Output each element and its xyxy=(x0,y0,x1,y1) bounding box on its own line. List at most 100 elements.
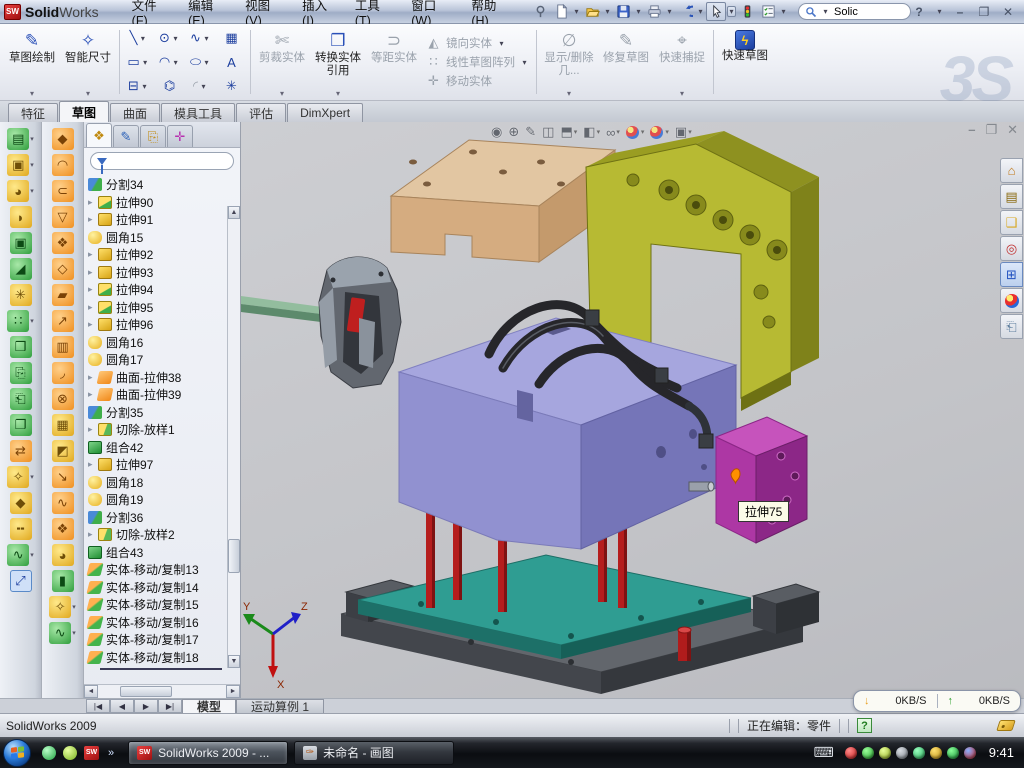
document-tab[interactable]: 模型 xyxy=(182,699,236,714)
manager-tab[interactable]: ❖ xyxy=(86,123,112,147)
feature-tool-caret[interactable]: ▾ xyxy=(30,473,34,481)
task-pane-tab[interactable]: ❑ xyxy=(1000,210,1023,235)
tree-item[interactable]: ▸ 圆角16 xyxy=(88,334,226,352)
tree-item[interactable]: ▸ 拉伸91 xyxy=(88,211,226,229)
feature-tool-caret[interactable]: ▾ xyxy=(30,187,34,195)
clamp-rail-right[interactable] xyxy=(753,584,819,634)
tree-item[interactable]: ▸ 拉伸92 xyxy=(88,246,226,264)
new-dropdown-caret[interactable]: ▾ xyxy=(572,7,581,16)
display-delete-relations-button[interactable]: ∅ 显示/删除几... ▾ xyxy=(540,26,598,98)
tab-nav-button[interactable]: |◀ xyxy=(86,699,110,713)
surfaces-toolbar-button[interactable]: ▦ ▾ xyxy=(52,414,74,436)
open-button[interactable] xyxy=(582,2,602,21)
features-toolbar-button[interactable]: ⎗ ▾ xyxy=(10,388,32,410)
view-tool-button[interactable]: ✎ ▾ xyxy=(525,124,536,140)
tree-item[interactable]: ▸ 拉伸94 xyxy=(88,281,226,299)
features-toolbar-button[interactable]: ⇄ ▾ xyxy=(10,440,32,462)
tab-nav-button[interactable]: ▶| xyxy=(158,699,182,713)
launcher-icon[interactable] xyxy=(63,746,77,760)
search-input[interactable] xyxy=(834,6,904,18)
sketch-entity-button[interactable]: ⌬ ▾ xyxy=(154,74,185,98)
surfaces-toolbar-button[interactable]: ❖ ▾ xyxy=(52,232,74,254)
sketch-entity-caret[interactable]: ▾ xyxy=(140,82,149,91)
tree-item[interactable]: ▸ 分割35 xyxy=(88,404,226,422)
view-tool-button[interactable]: ◧ ▾ xyxy=(583,124,600,140)
rebuild-traffic-light-button[interactable] xyxy=(737,2,757,21)
expand-arrow-icon[interactable]: ▸ xyxy=(88,284,98,295)
undo-dropdown-caret[interactable]: ▾ xyxy=(696,7,705,16)
horizontal-scroll-thumb[interactable] xyxy=(120,686,172,697)
select-button[interactable] xyxy=(706,2,726,21)
search-box[interactable]: ▾ xyxy=(798,3,911,20)
surfaces-toolbar-button[interactable]: ∿ ▾ xyxy=(52,492,74,514)
features-toolbar-button[interactable]: ◆ ▾ xyxy=(10,492,32,514)
view-tool-caret[interactable]: ▾ xyxy=(641,128,645,136)
tree-item[interactable]: ▸ 曲面-拉伸39 xyxy=(88,386,226,404)
tray-icon[interactable] xyxy=(930,747,942,759)
sketch-entity-button[interactable]: ✳ ▾ xyxy=(216,74,247,98)
tree-item[interactable]: ▸ 实体-移动/复制18 xyxy=(88,649,226,667)
sketch-entity-caret[interactable]: ▾ xyxy=(199,82,208,91)
doc-close-button[interactable]: ✕ xyxy=(1007,122,1018,138)
tree-item[interactable]: ▸ 分割34 xyxy=(88,176,226,194)
features-toolbar-button[interactable]: ⤢ ▾ xyxy=(10,570,32,592)
tree-item[interactable]: ▸ 圆角19 xyxy=(88,491,226,509)
tree-item[interactable]: ▸ 实体-移动/复制13 xyxy=(88,561,226,579)
sketch-entity-caret[interactable]: ▾ xyxy=(202,58,211,67)
print-button[interactable] xyxy=(644,2,664,21)
expand-arrow-icon[interactable]: ▸ xyxy=(88,459,98,470)
expand-arrow-icon[interactable]: ▸ xyxy=(88,319,98,330)
tray-icon[interactable] xyxy=(964,747,976,759)
surfaces-toolbar-button[interactable]: ↘ ▾ xyxy=(52,466,74,488)
print-dropdown-caret[interactable]: ▾ xyxy=(665,7,674,16)
pin-icon[interactable] xyxy=(530,2,550,21)
solidworks-quicklaunch-icon[interactable]: SW xyxy=(84,746,99,760)
tree-item[interactable]: ▸ 实体-移动/复制17 xyxy=(88,631,226,649)
surfaces-toolbar-button[interactable]: ◇ ▾ xyxy=(52,258,74,280)
surface-tool-caret[interactable]: ▾ xyxy=(72,629,76,637)
tree-item[interactable]: ▸ 圆角15 xyxy=(88,229,226,247)
surfaces-toolbar-button[interactable]: ◞ ▾ xyxy=(52,362,74,384)
tree-item[interactable]: ▸ 切除-放样2 xyxy=(88,526,226,544)
sketch-caret[interactable]: ▾ xyxy=(30,89,34,98)
display-delete-caret[interactable]: ▾ xyxy=(567,89,571,98)
help-button[interactable]: ? xyxy=(911,5,927,19)
quick-tips-button[interactable]: ? xyxy=(857,718,872,733)
doc-minimize-button[interactable]: – xyxy=(968,122,975,138)
tray-icon[interactable] xyxy=(879,747,891,759)
tree-item[interactable]: ▸ 圆角17 xyxy=(88,351,226,369)
view-tool-button[interactable]: ⬒ ▾ xyxy=(560,124,577,140)
tree-item[interactable]: ▸ 拉伸95 xyxy=(88,299,226,317)
taskbar-clock[interactable]: 9:41 xyxy=(989,745,1014,760)
expand-arrow-icon[interactable]: ▸ xyxy=(88,424,98,435)
repair-sketch-button[interactable]: ✎ 修复草图 xyxy=(598,26,654,98)
tree-item[interactable]: ▸ 拉伸96 xyxy=(88,316,226,334)
view-tool-caret[interactable]: ▾ xyxy=(597,128,601,136)
sketch-entity-button[interactable]: ⊙ ▾ xyxy=(154,26,185,50)
surface-tool-caret[interactable]: ▾ xyxy=(72,603,76,611)
scroll-up-button[interactable]: ▲ xyxy=(228,206,240,219)
sketch-entity-button[interactable]: ╲ ▾ xyxy=(123,26,154,50)
tree-item[interactable]: ▸ 组合43 xyxy=(88,544,226,562)
sketch-tool-caret[interactable]: ▾ xyxy=(497,39,506,48)
options-dropdown-caret[interactable]: ▾ xyxy=(779,7,788,16)
sketch-entity-button[interactable]: ◜ ▾ xyxy=(185,74,216,98)
view-tool-button[interactable]: ◫ ▾ xyxy=(542,124,554,140)
command-tab[interactable]: 草图 xyxy=(59,101,109,122)
smart-dimension-caret[interactable]: ▾ xyxy=(86,89,90,98)
sketch-entity-button[interactable]: ⊟ ▾ xyxy=(123,74,154,98)
manager-tab[interactable]: ✎ xyxy=(113,125,139,147)
scroll-down-button[interactable]: ▼ xyxy=(228,655,240,668)
tree-item[interactable]: ▸ 曲面-拉伸38 xyxy=(88,369,226,387)
surfaces-toolbar-button[interactable]: ▮ ▾ xyxy=(52,570,74,592)
doc-restore-button[interactable]: ❐ xyxy=(985,122,997,138)
manager-tab[interactable]: ✛ xyxy=(167,125,193,147)
view-tool-button[interactable]: ▾ xyxy=(626,126,645,139)
smart-dimension-button[interactable]: ✧ 智能尺寸 ▾ xyxy=(60,26,116,98)
sketch-entity-caret[interactable]: ▾ xyxy=(141,58,150,67)
features-toolbar-button[interactable]: ❒ ▾ xyxy=(10,336,32,358)
feature-tool-caret[interactable]: ▾ xyxy=(30,135,34,143)
task-pane-tab[interactable] xyxy=(1000,288,1023,313)
taskbar-button-paint[interactable]: ✑ 未命名 - 画图 xyxy=(294,741,454,765)
features-toolbar-button[interactable]: ∷ ▾ xyxy=(7,310,34,332)
